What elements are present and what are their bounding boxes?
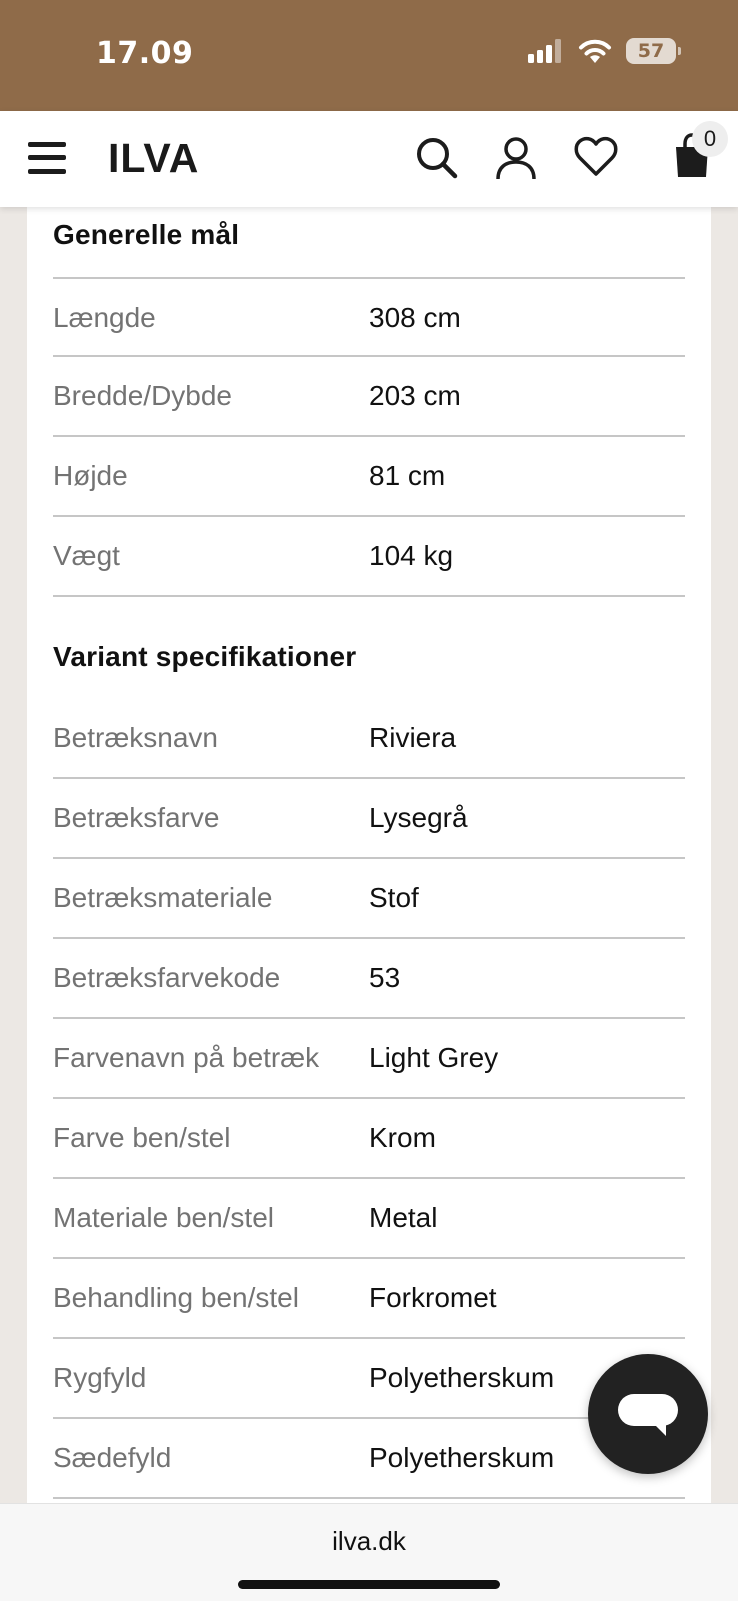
user-icon[interactable] — [494, 135, 538, 181]
heart-icon[interactable] — [574, 135, 618, 179]
spec-value: Krom — [369, 1122, 436, 1153]
spec-label: Behandling ben/stel — [53, 1282, 299, 1313]
cart-count-badge[interactable]: 0 — [692, 121, 728, 157]
spec-row: Farve ben/stel Krom — [53, 1099, 685, 1179]
spec-label: Sædefyld — [53, 1442, 172, 1473]
spec-row: Farvenavn på betræk Light Grey — [53, 1019, 685, 1099]
spec-row: Bredde/Dybde 203 cm — [53, 357, 685, 437]
spec-value: 104 kg — [369, 540, 454, 571]
spec-row: Længde 308 cm — [53, 277, 685, 357]
spec-label: Betræksfarvekode — [53, 962, 281, 993]
spec-label: Betræksnavn — [53, 722, 218, 753]
spec-row: Betræksmateriale Stof — [53, 859, 685, 939]
spec-value: 53 — [369, 962, 401, 993]
home-indicator[interactable] — [238, 1580, 500, 1589]
spec-label: Betræksmateriale — [53, 882, 273, 913]
section-title-general: Generelle mål — [53, 219, 240, 250]
spec-value: Stof — [369, 882, 419, 913]
menu-icon[interactable] — [28, 140, 66, 176]
spec-row: Behandling ben/stel Forkromet — [53, 1259, 685, 1339]
spec-row: Materiale ben/stel Metal — [53, 1179, 685, 1259]
spec-value: Metal — [369, 1202, 438, 1233]
section-title-variant: Variant specifikationer — [53, 641, 357, 672]
spec-value: Lysegrå — [369, 802, 468, 833]
svg-text:ILVA: ILVA — [108, 139, 199, 175]
status-bar: 17.09 57 — [0, 0, 738, 111]
specifications-card: Generelle mål Længde 308 cm Bredde/Dybde… — [27, 207, 711, 1503]
cellular-signal-icon — [528, 39, 561, 63]
browser-bottom-bar: ilva.dk — [0, 1503, 738, 1601]
spec-label: Højde — [53, 460, 128, 491]
chat-bubble-icon — [618, 1394, 678, 1436]
battery-level: 57 — [637, 40, 665, 62]
spec-value: Riviera — [369, 722, 457, 753]
spec-row: Betræksfarve Lysegrå — [53, 779, 685, 859]
spec-value: 308 cm — [369, 302, 461, 333]
spec-row: Betræksfarvekode 53 — [53, 939, 685, 1019]
status-icons: 57 — [528, 38, 681, 64]
spec-label: Farvenavn på betræk — [53, 1042, 320, 1073]
spec-label: Rygfyld — [53, 1362, 147, 1393]
spec-value: Polyetherskum — [369, 1442, 555, 1473]
spec-row: Højde 81 cm — [53, 437, 685, 517]
spec-label: Længde — [53, 302, 156, 333]
spec-value: Forkromet — [369, 1282, 497, 1313]
spec-label: Vægt — [53, 540, 120, 571]
wifi-icon — [579, 39, 611, 63]
spec-label: Betræksfarve — [53, 802, 220, 833]
ilva-logo[interactable]: ILVA — [108, 139, 224, 175]
spec-label: Materiale ben/stel — [53, 1202, 275, 1233]
status-time: 17.09 — [96, 36, 194, 71]
spec-row: Betræksnavn Riviera — [53, 699, 685, 779]
spec-value: 81 cm — [369, 460, 446, 491]
spec-value: 203 cm — [369, 380, 461, 411]
spec-label: Farve ben/stel — [53, 1122, 231, 1153]
spec-value: Light Grey — [369, 1042, 499, 1073]
url-display[interactable]: ilva.dk — [0, 1526, 738, 1557]
site-header: ILVA — [0, 111, 738, 207]
spec-value: Polyetherskum — [369, 1362, 555, 1393]
search-icon[interactable] — [414, 135, 460, 181]
spec-row: Vægt 104 kg — [53, 517, 685, 597]
battery-icon: 57 — [626, 38, 681, 64]
chat-button[interactable] — [588, 1354, 708, 1474]
spec-label: Bredde/Dybde — [53, 380, 233, 411]
